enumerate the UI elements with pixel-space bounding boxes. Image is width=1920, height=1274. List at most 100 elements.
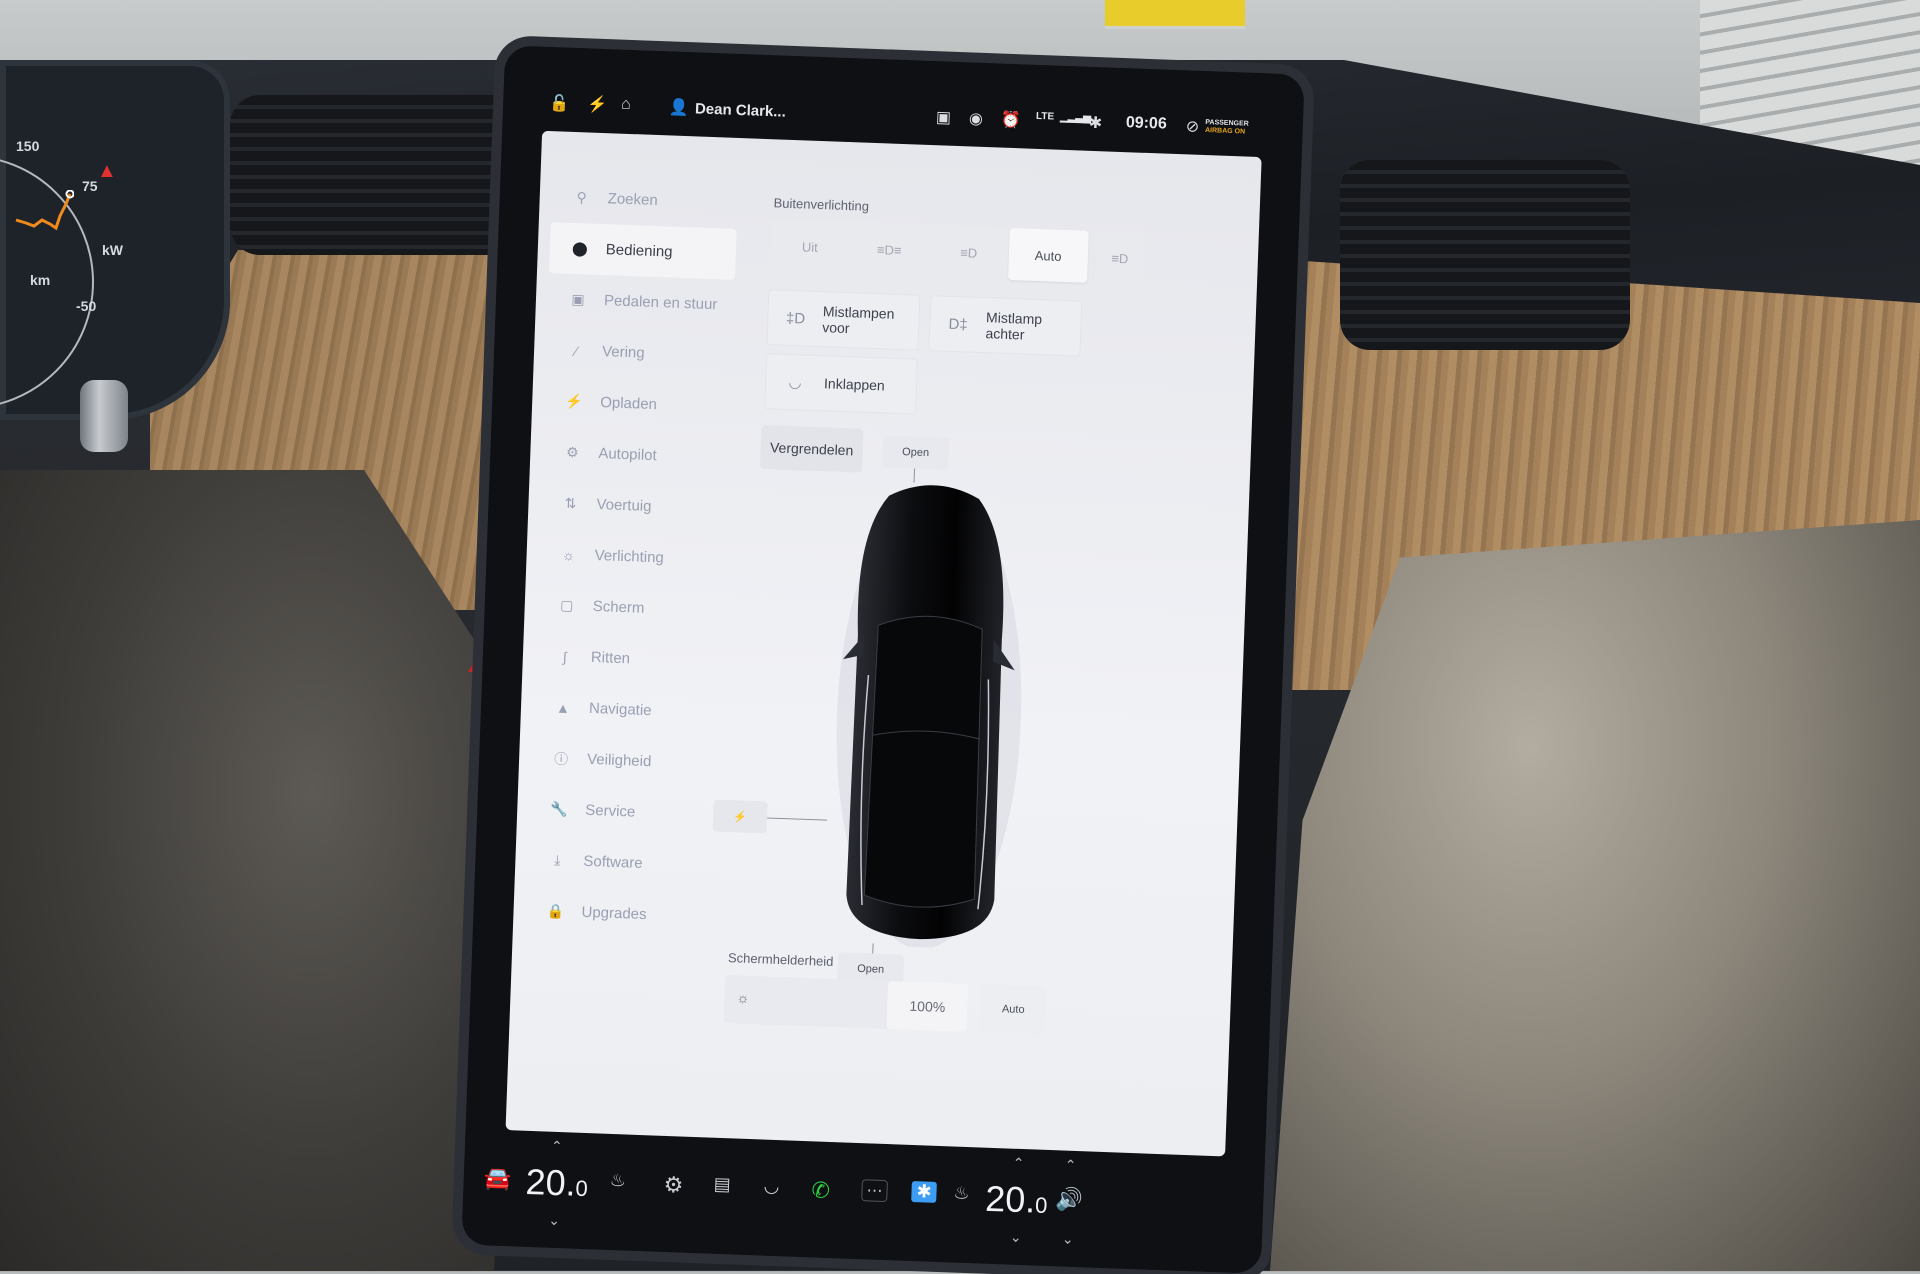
safety-icon: ⓘ xyxy=(553,750,569,767)
download-icon: ⤓ xyxy=(554,851,561,868)
controls-panel: Buitenverlichting Uit ≡D≡ ≡D Auto ≡D ‡D M… xyxy=(712,139,1261,1157)
passenger-temp-down[interactable]: ⌄ xyxy=(1010,1229,1022,1246)
touchscreen: ⚲ Zoeken ⬤ Bediening ▣ Pedalen en stuur ∕ Ve… xyxy=(505,130,1262,1157)
homelink-icon[interactable]: ⌂ xyxy=(621,96,631,114)
driver-temp: 20.0 xyxy=(525,1161,589,1205)
driver-temp-decimal: 0 xyxy=(575,1175,589,1202)
rear-defrost-icon[interactable]: ▤ xyxy=(713,1174,731,1196)
steering-wheel-heater-icon[interactable]: ⚙ xyxy=(663,1172,684,1199)
light-mode-auto[interactable]: Auto xyxy=(1007,227,1089,283)
sidebar-item-upgrades[interactable]: 🔒 Upgrades xyxy=(513,884,725,943)
front-fog-button[interactable]: ‡D Mistlampen voor xyxy=(766,289,921,351)
sidebar-item-vering[interactable]: ∕ Vering xyxy=(533,324,745,383)
brightness-label: Schermhelderheid xyxy=(727,950,834,969)
bluetooth-icon[interactable]: ✱ xyxy=(1088,113,1102,133)
sidebar-item-zoeken[interactable]: ⚲ Zoeken xyxy=(539,171,751,230)
brightness-icon: ☼ xyxy=(736,989,750,1006)
sidebar-item-navigatie[interactable]: ▲ Navigatie xyxy=(520,680,732,739)
user-icon: 👤 xyxy=(668,99,690,118)
sidebar-item-software[interactable]: ⤓ Software xyxy=(515,833,727,892)
dashcam-icon[interactable]: ▣ xyxy=(936,107,952,128)
sidebar-item-label: Voertuig xyxy=(596,495,652,516)
passenger-seat-heater-icon[interactable]: ♨ xyxy=(953,1183,970,1205)
sentry-icon[interactable]: ◉ xyxy=(969,108,984,128)
driver-temp-down[interactable]: ⌄ xyxy=(548,1212,560,1229)
stalk-knob xyxy=(80,380,128,452)
air-vent-left xyxy=(230,95,530,255)
instrument-cluster: ▲ 150 75 kW -50 km xyxy=(0,60,230,452)
sidebar-item-service[interactable]: 🔧 Service xyxy=(516,782,728,841)
driver-temp-up[interactable]: ⌃ xyxy=(551,1138,563,1155)
passenger-temp: 20.0 xyxy=(985,1178,1049,1222)
passenger-temp-decimal: 0 xyxy=(1034,1192,1048,1218)
gauge-unit: kW xyxy=(102,242,123,258)
charge-port-button[interactable]: ⚡ xyxy=(712,799,768,834)
car-icon: ▣ xyxy=(571,290,585,308)
charge-icon: ⚡ xyxy=(565,392,584,410)
phone-icon[interactable]: ✆ xyxy=(811,1177,830,1204)
trips-icon: ∫ xyxy=(562,648,568,665)
sidebar-item-verlichting[interactable]: ☼ Verlichting xyxy=(526,527,738,586)
bluetooth-app-icon[interactable]: ✱ xyxy=(911,1181,938,1203)
auto-high-beam-icon[interactable]: ≡D xyxy=(1094,231,1145,285)
volume-icon[interactable]: 🔊 xyxy=(1055,1186,1083,1213)
sidebar-item-opladen[interactable]: ⚡ Opladen xyxy=(531,375,743,434)
search-icon: ⚲ xyxy=(576,189,588,206)
sidebar-item-voertuig[interactable]: ⇅ Voertuig xyxy=(528,477,740,536)
charge-icon[interactable]: ⚡ xyxy=(587,94,608,115)
rear-fog-label: Mistlamp achter xyxy=(985,309,1043,343)
sidebar-item-label: Upgrades xyxy=(581,903,647,924)
alarm-icon[interactable]: ⏰ xyxy=(1001,110,1022,131)
gauge-tick: 150 xyxy=(16,138,40,154)
profile-button[interactable]: 👤 Dean Clark... xyxy=(669,97,786,121)
suspension-icon: ∕ xyxy=(574,342,578,359)
charge-port-leader-line xyxy=(767,817,828,821)
lock-open-icon[interactable]: 🔓 xyxy=(549,93,570,114)
network-label: LTE xyxy=(1035,110,1055,123)
fold-mirrors-button[interactable]: ◡ Inklappen xyxy=(764,353,919,415)
touchscreen-bezel: 🔓 ⚡ ⌂ 👤 Dean Clark... ▣ ◉ ⏰ LTE ▁▂▃▅ ✱ 09… xyxy=(461,45,1305,1274)
steering-wheel-icon: ⚙ xyxy=(565,443,579,461)
gauge-tick: -50 xyxy=(76,298,97,314)
brightness-auto-button[interactable]: Auto xyxy=(979,984,1048,1035)
gauge-tick: 75 xyxy=(82,178,98,194)
toggle-icon: ⬤ xyxy=(571,239,589,257)
sidebar-item-ritten[interactable]: ∫ Ritten xyxy=(522,629,734,688)
more-apps-icon[interactable]: ⋯ xyxy=(861,1179,888,1203)
energy-graph xyxy=(15,190,74,231)
navigation-icon: ▲ xyxy=(555,699,571,716)
profile-name: Dean Clark... xyxy=(694,99,787,121)
volume-up[interactable]: ⌃ xyxy=(1064,1157,1076,1174)
brightness-value: 100% xyxy=(886,981,969,1032)
light-icon: ☼ xyxy=(561,546,576,563)
rear-fog-button[interactable]: D‡ Mistlamp achter xyxy=(928,295,1083,357)
airbag-icon: ⊘ xyxy=(1185,118,1200,136)
sidebar-item-pedalen[interactable]: ▣ Pedalen en stuur xyxy=(535,273,747,332)
car-controls-icon[interactable]: 🚘 xyxy=(483,1165,511,1192)
volume-down[interactable]: ⌄ xyxy=(1062,1231,1074,1248)
sidebar-item-veiligheid[interactable]: ⓘ Veiligheid xyxy=(518,731,730,790)
parking-lights-icon[interactable]: ≡D≡ xyxy=(849,222,930,277)
sliders-icon: ⇅ xyxy=(564,494,577,512)
airbag-status: AIRBAG ON xyxy=(1204,127,1246,136)
leather-panel-left xyxy=(0,470,520,1271)
sidebar-item-label: Software xyxy=(583,852,643,872)
air-vent-right xyxy=(1340,160,1630,350)
front-defrost-icon[interactable]: ◡ xyxy=(763,1176,779,1198)
sidebar-item-label: Veiligheid xyxy=(586,750,652,771)
sidebar-item-scherm[interactable]: ▢ Scherm xyxy=(524,578,736,637)
light-mode-off[interactable]: Uit xyxy=(769,219,850,274)
car-top-view xyxy=(836,485,1022,950)
sidebar-item-bediening[interactable]: ⬤ Bediening xyxy=(548,222,737,280)
low-beam-icon[interactable]: ≡D xyxy=(928,225,1009,280)
exterior-lights-label: Buitenverlichting xyxy=(773,195,870,214)
lock-button[interactable]: Vergrendelen xyxy=(759,424,864,473)
passenger-temp-up[interactable]: ⌃ xyxy=(1012,1155,1024,1172)
sidebar-item-label: Zoeken xyxy=(607,190,659,210)
sidebar-item-autopilot[interactable]: ⚙ Autopilot xyxy=(529,426,741,485)
sidebar-item-label: Navigatie xyxy=(588,699,652,720)
front-fog-label: Mistlampen voor xyxy=(822,303,895,337)
frunk-open-button[interactable]: Open xyxy=(882,435,950,470)
driver-seat-heater-icon[interactable]: ♨ xyxy=(609,1170,626,1192)
seatbelt-warning-icon: ▲ xyxy=(97,160,117,182)
